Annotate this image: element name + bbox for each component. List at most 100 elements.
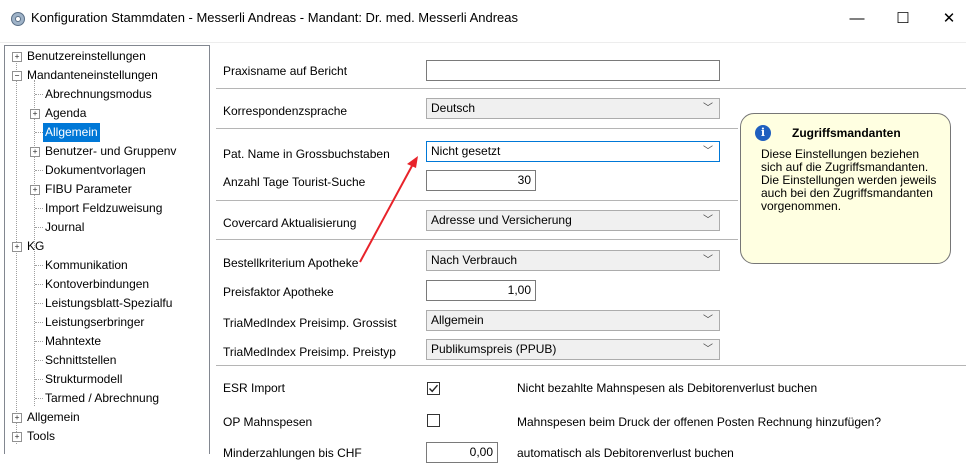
korrespondenzsprache-select[interactable]: Deutsch ﹀ [426,98,720,119]
tree-item-label: FIBU Parameter [45,182,132,196]
tree-item-label: Strukturmodell [45,372,123,386]
tree-item-label: KG [27,239,45,253]
chevron-down-icon: ﹀ [703,255,713,266]
esr-checkbox[interactable] [427,382,440,395]
tree-item-label: Agenda [45,106,87,120]
chevron-down-icon: ﹀ [703,315,713,326]
preistyp-label: TriaMedIndex Preisimp. Preistyp [223,345,396,359]
tree-connector [35,132,43,133]
grossist-select[interactable]: Allgemein ﹀ [426,310,720,331]
chevron-down-icon: ﹀ [703,215,713,226]
window-title: Konfiguration Stammdaten - Messerli Andr… [31,10,518,25]
expand-icon[interactable]: + [12,413,22,423]
tree-item-label: Kontoverbindungen [45,277,150,291]
preistyp-select[interactable]: Publikumspreis (PPUB) ﹀ [426,339,720,360]
tree-connector [35,398,43,399]
tree-connector [35,322,43,323]
vertical-scrollbar[interactable] [966,43,974,453]
tree-item-label: Dokumentvorlagen [45,163,146,177]
tooltip-title: Zugriffsmandanten [792,126,901,140]
tourist-input[interactable]: 30 [426,170,536,191]
praxisname-input[interactable] [426,60,720,81]
chevron-down-icon: ﹀ [703,103,713,114]
tree-item-label: Mahntexte [45,334,102,348]
tree-connector [16,61,17,444]
pat-name-label: Pat. Name in Grossbuchstaben [223,147,390,161]
tree-connector [35,265,43,266]
close-button[interactable]: ✕ [926,0,972,37]
tree-item-label: Benutzereinstellungen [27,49,146,63]
select-value: Deutsch [431,101,476,115]
covercard-label: Covercard Aktualisierung [223,216,357,230]
expand-icon[interactable]: + [30,109,40,119]
tree-connector [35,341,43,342]
tree-connector [35,284,43,285]
select-value: Nicht gesetzt [431,144,501,158]
tooltip-body: Diese Einstellungen beziehen sich auf di… [761,147,937,213]
expand-icon[interactable]: + [12,242,22,252]
op-checkbox[interactable] [427,414,440,427]
pat-name-select[interactable]: Nicht gesetzt ﹀ [426,141,720,162]
op-label: OP Mahnspesen [223,415,313,429]
separator [216,239,738,240]
select-value: Allgemein [431,313,484,327]
tree-item-label: Schnittstellen [45,353,117,367]
select-value: Nach Verbrauch [431,253,518,267]
esr-label: ESR Import [223,381,286,395]
minimize-button[interactable]: — [834,0,880,37]
chevron-down-icon: ﹀ [703,146,713,157]
select-value: Publikumspreis (PPUB) [431,342,557,356]
tree-item-label: Mandanteneinstellungen [27,68,158,82]
separator [216,200,738,201]
expand-icon[interactable]: + [30,147,40,157]
chevron-down-icon: ﹀ [703,344,713,355]
tree-connector [35,303,43,304]
tree-connector [35,94,43,95]
tree-item-label: Tarmed / Abrechnung [45,391,160,405]
info-tooltip: i Zugriffsmandanten Diese Einstellungen … [740,113,951,264]
tree-item-label: Allgemein [43,123,100,142]
tree-item-label: Benutzer- und Gruppenv [45,144,177,158]
bestellkriterium-label: Bestellkriterium Apotheke [223,256,359,270]
tree-item-label: Leistungsblatt-Spezialfu [45,296,173,310]
settings-tree[interactable]: + Benutzereinstellungen − Mandanteneinst… [4,45,210,454]
grossist-label: TriaMedIndex Preisimp. Grossist [223,316,397,330]
separator [216,88,966,89]
bestellkriterium-select[interactable]: Nach Verbrauch ﹀ [426,250,720,271]
tree-connector [35,227,43,228]
minder-description: automatisch als Debitorenverlust buchen [517,446,734,460]
info-icon: i [755,125,771,141]
expand-icon[interactable]: + [12,52,22,62]
tree-connector [35,360,43,361]
maximize-button[interactable]: ☐ [880,0,926,37]
praxisname-label: Praxisname auf Bericht [223,64,348,78]
tree-item-label: Kommunikation [45,258,128,272]
tree-connector [35,208,43,209]
minder-label: Minderzahlungen bis CHF [223,446,362,460]
tree-item-label: Abrechnungsmodus [45,87,152,101]
expand-icon[interactable]: + [12,432,22,442]
tree-connector [35,170,43,171]
separator [216,128,738,129]
title-divider [0,42,966,43]
preisfaktor-input[interactable]: 1,00 [426,280,536,301]
title-bar: Konfiguration Stammdaten - Messerli Andr… [0,0,974,37]
op-description: Mahnspesen beim Druck der offenen Posten… [517,415,882,429]
tree-connector [35,379,43,380]
collapse-icon[interactable]: − [12,71,22,81]
tree-item-label: Allgemein [27,410,80,424]
tree-item-label: Tools [27,429,56,443]
tree-item-label: Journal [45,220,85,234]
tree-item-label: Leistungserbringer [45,315,145,329]
checkmark-icon [428,384,439,393]
tree-item-label: Import Feldzuweisung [45,201,163,215]
tourist-label: Anzahl Tage Tourist-Suche [223,175,366,189]
separator [216,365,966,366]
select-value: Adresse und Versicherung [431,213,572,227]
expand-icon[interactable]: + [30,185,40,195]
settings-app-icon [11,12,25,26]
covercard-select[interactable]: Adresse und Versicherung ﹀ [426,210,720,231]
korrespondenzsprache-label: Korrespondenzsprache [223,104,348,118]
preisfaktor-label: Preisfaktor Apotheke [223,285,334,299]
esr-description: Nicht bezahlte Mahnspesen als Debitorenv… [517,381,818,395]
